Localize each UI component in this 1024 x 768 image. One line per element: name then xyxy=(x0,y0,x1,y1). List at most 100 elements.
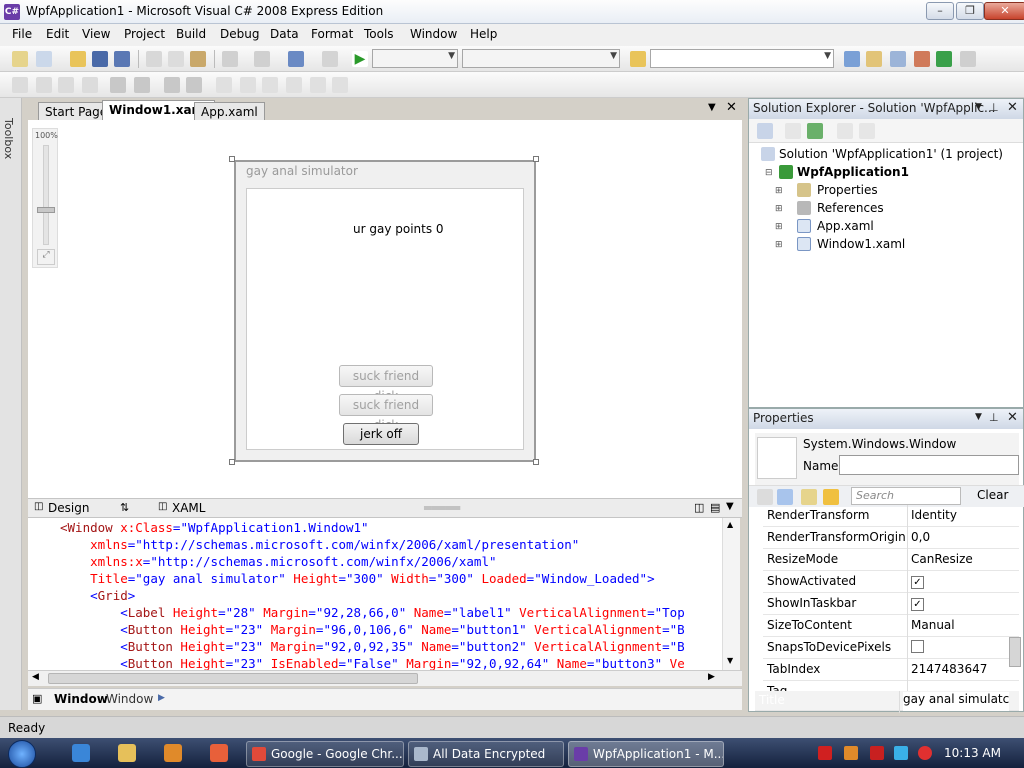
property-value[interactable]: gay anal simulatc xyxy=(903,692,1009,711)
pin-icon[interactable]: ⊥ xyxy=(989,101,999,114)
platform-combo[interactable]: ▼ xyxy=(462,49,620,68)
media-player-icon[interactable] xyxy=(164,744,182,762)
window1-xaml-node[interactable]: Window1.xaml xyxy=(817,237,905,251)
solution-node[interactable]: Solution 'WpfApplication1' (1 project) xyxy=(779,147,1003,161)
task-all-data-encrypted[interactable]: All Data Encrypted xyxy=(408,741,564,767)
network-tray-icon[interactable] xyxy=(894,746,908,760)
xaml-line[interactable]: <Button Height="23" Margin="92,0,92,35" … xyxy=(60,639,685,654)
start-page-icon[interactable] xyxy=(936,51,952,67)
property-row[interactable]: ResizeMode CanResize xyxy=(763,549,1019,571)
menu-view[interactable]: View xyxy=(82,27,110,41)
recording-tray-icon[interactable] xyxy=(918,746,932,760)
vertical-split-icon[interactable]: ◫ xyxy=(694,501,704,514)
xaml-editor[interactable]: <Window x:Class="WpfApplication1.Window1… xyxy=(28,518,738,670)
property-row-selected[interactable]: Title gay anal simulatc xyxy=(755,691,1019,713)
xaml-line[interactable]: <Grid> xyxy=(60,588,135,603)
toolbox-label[interactable]: Toolbox xyxy=(2,118,15,159)
property-value[interactable]: 0,0 xyxy=(911,530,1017,544)
xaml-tab-icon[interactable]: ◫ xyxy=(158,501,167,512)
task-google-chrome[interactable]: Google - Google Chr... xyxy=(246,741,404,767)
horizontal-split-icon[interactable]: ▤ xyxy=(710,501,720,514)
object-browser-icon[interactable] xyxy=(890,51,906,67)
bookmark-icon[interactable] xyxy=(216,77,232,93)
pin-icon[interactable]: ⊥ xyxy=(989,411,999,424)
xaml-line[interactable]: <Button Height="23" IsEnabled="False" Ma… xyxy=(60,656,685,670)
properties-window-icon[interactable] xyxy=(866,51,882,67)
resize-handle[interactable] xyxy=(533,156,539,162)
menu-file[interactable]: File xyxy=(12,27,32,41)
categorized-icon[interactable] xyxy=(757,489,773,505)
design-tab[interactable]: Design xyxy=(48,501,89,515)
find-icon[interactable] xyxy=(322,51,338,67)
property-value[interactable] xyxy=(911,640,1017,656)
wpf-window-preview[interactable]: gay anal simulator ur gay points 0 suck … xyxy=(234,160,536,462)
menu-edit[interactable]: Edit xyxy=(46,27,69,41)
undo-icon[interactable] xyxy=(222,51,238,67)
menu-tools[interactable]: Tools xyxy=(364,27,394,41)
find-in-files-icon[interactable] xyxy=(630,51,646,67)
add-item-icon[interactable] xyxy=(36,51,52,67)
restore-button[interactable]: ❐ xyxy=(956,2,984,20)
scroll-down-icon[interactable]: ▼ xyxy=(727,656,733,665)
property-value[interactable]: 2147483647 xyxy=(911,662,1017,676)
zoom-track[interactable] xyxy=(43,145,49,245)
property-row[interactable]: TabIndex 2147483647 xyxy=(763,659,1019,681)
antivirus-tray-icon[interactable] xyxy=(818,746,832,760)
menu-format[interactable]: Format xyxy=(311,27,353,41)
nav-arrow-icon[interactable]: ▶ xyxy=(158,693,165,703)
collapse-pane-icon[interactable]: ▼ xyxy=(726,501,734,512)
indent-icon[interactable] xyxy=(110,77,126,93)
events-icon[interactable] xyxy=(823,489,839,505)
next-bookmark-folder-icon[interactable] xyxy=(310,77,326,93)
collapse-icon[interactable]: ⊟ xyxy=(765,168,773,178)
expand-icon[interactable]: ⊞ xyxy=(775,240,783,250)
xaml-horizontal-scrollbar[interactable]: ◀ ▶ xyxy=(28,670,742,686)
property-value[interactable]: Manual xyxy=(911,618,1017,632)
xaml-vertical-scrollbar[interactable]: ▲ ▼ xyxy=(722,518,740,670)
splitter-grip[interactable]: ═════ xyxy=(424,501,460,515)
navigate-icon[interactable] xyxy=(288,51,304,67)
expand-icon[interactable]: ⊞ xyxy=(775,204,783,214)
menu-project[interactable]: Project xyxy=(124,27,165,41)
property-row[interactable]: ShowActivated ✓ xyxy=(763,571,1019,593)
properties-tab-icon[interactable] xyxy=(801,489,817,505)
close-pane-icon[interactable]: ✕ xyxy=(1007,100,1018,115)
font-size-icon[interactable] xyxy=(82,77,98,93)
align-right-icon[interactable] xyxy=(58,77,74,93)
next-bookmark-icon[interactable] xyxy=(262,77,278,93)
task-visual-csharp[interactable]: WpfApplication1 - M... xyxy=(568,741,724,767)
close-document-icon[interactable]: ✕ xyxy=(726,100,737,115)
more-windows-icon[interactable] xyxy=(960,51,976,67)
properties-node[interactable]: Properties xyxy=(817,183,878,197)
prev-bookmark-folder-icon[interactable] xyxy=(286,77,302,93)
clear-bookmarks-icon[interactable] xyxy=(332,77,348,93)
explorer-folder-icon[interactable] xyxy=(118,744,136,762)
property-value[interactable]: CanResize xyxy=(911,552,1017,566)
xaml-line[interactable]: <Button Height="23" Margin="96,0,106,6" … xyxy=(60,622,685,637)
align-center-icon[interactable] xyxy=(36,77,52,93)
tab-dropdown-icon[interactable]: ▼ xyxy=(708,102,716,113)
show-in-taskbar-checkbox[interactable]: ✓ xyxy=(911,598,924,611)
xaml-line[interactable]: xmlns="http://schemas.microsoft.com/winf… xyxy=(60,537,579,552)
property-value[interactable]: ✓ xyxy=(911,574,1017,589)
scroll-right-icon[interactable]: ▶ xyxy=(708,672,715,682)
resize-handle[interactable] xyxy=(229,156,235,162)
property-value[interactable]: ✓ xyxy=(911,596,1017,611)
horizontal-scroll-thumb[interactable] xyxy=(48,673,418,684)
property-search-input[interactable]: Search xyxy=(851,487,961,505)
expand-icon[interactable]: ⊞ xyxy=(775,222,783,232)
pane-dropdown-icon[interactable]: ▼ xyxy=(975,412,982,422)
xaml-tab[interactable]: XAML xyxy=(172,501,205,515)
refresh-icon[interactable] xyxy=(807,123,823,139)
open-folder-icon[interactable] xyxy=(70,51,86,67)
close-pane-icon[interactable]: ✕ xyxy=(1007,410,1018,425)
prev-bookmark-icon[interactable] xyxy=(240,77,256,93)
property-row[interactable]: RenderTransformOrigin 0,0 xyxy=(763,527,1019,549)
copy-icon[interactable] xyxy=(168,51,184,67)
clock[interactable]: 10:13 AM xyxy=(944,746,1001,760)
find-combo[interactable]: ▼ xyxy=(650,49,834,68)
view-code-icon[interactable] xyxy=(837,123,853,139)
configuration-combo[interactable]: ▼ xyxy=(372,49,458,68)
menu-window[interactable]: Window xyxy=(410,27,457,41)
scroll-left-icon[interactable]: ◀ xyxy=(32,672,39,682)
